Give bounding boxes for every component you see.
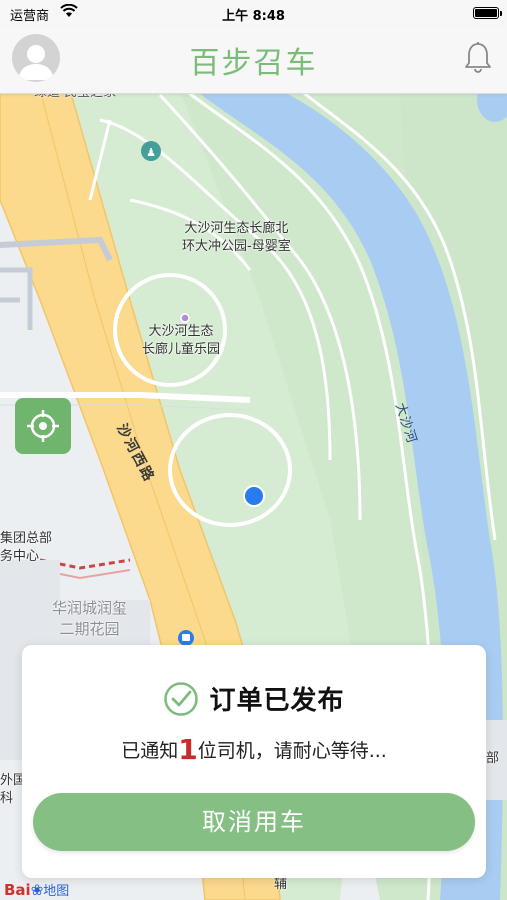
nav-bar: 百步召车: [0, 26, 507, 94]
map-label-park-kids: 大沙河生态 长廊儿童乐园: [142, 324, 221, 357]
notify-prefix: 已通知: [121, 740, 179, 762]
clock: 上午 8:48: [222, 9, 285, 24]
baidu-map-logo: Bai❀地图: [4, 880, 69, 899]
order-status-card: 订单已发布 已通知1位司机，请耐心等待... 取消用车: [22, 645, 486, 878]
map-label-park-north: 大沙河生态长廊北 环大冲公园-母婴室: [182, 221, 291, 254]
bell-icon[interactable]: [463, 41, 493, 75]
notify-suffix: 位司机，请耐心等待...: [197, 740, 387, 762]
map-label-bottom-road: 辅: [274, 877, 288, 892]
battery-icon: [473, 7, 499, 19]
driver-count: 1: [178, 733, 198, 766]
baidu-logo-text: Bai: [4, 881, 31, 899]
locate-me-button[interactable]: [15, 398, 71, 454]
check-circle-icon: [164, 681, 199, 716]
cancel-ride-button[interactable]: 取消用车: [33, 793, 475, 851]
page-title: 百步召车: [189, 46, 318, 81]
map-label-right-edge: 部: [486, 751, 500, 766]
map-label-group-hq: 集团总部 务中心: [0, 531, 53, 564]
notify-message: 已通知1位司机，请耐心等待...: [22, 733, 486, 766]
baidu-logo-map-word: 地图: [43, 884, 70, 899]
paw-icon: ❀: [30, 881, 44, 899]
svg-text:♟: ♟: [146, 146, 156, 159]
status-bar: 运营商 上午 8:48: [0, 0, 507, 26]
card-title-row: 订单已发布: [22, 680, 486, 717]
map-label-huarun: 华润城润玺 二期花园: [52, 599, 128, 638]
crosshair-icon: [27, 410, 59, 442]
battery-nub: [500, 11, 502, 16]
order-published-title: 订单已发布: [209, 686, 345, 716]
